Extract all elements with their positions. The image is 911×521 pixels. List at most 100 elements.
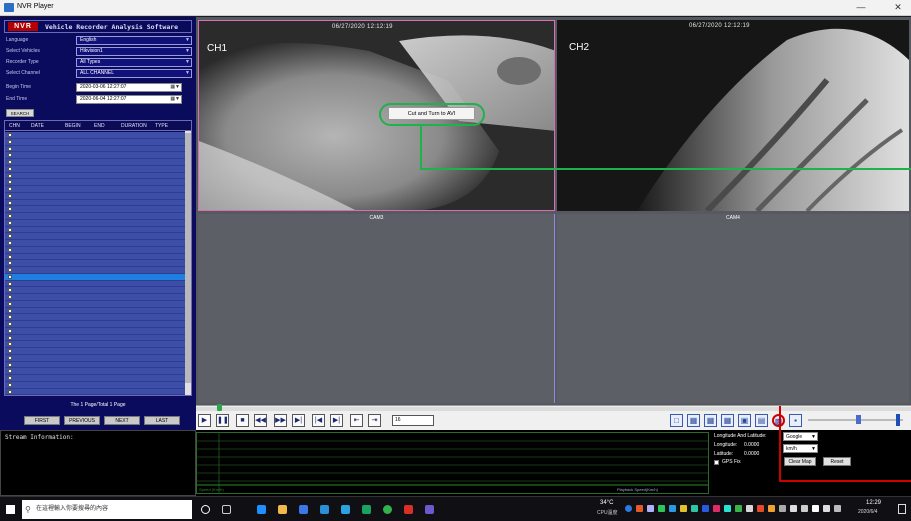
- table-row[interactable]: [5, 354, 187, 362]
- table-row[interactable]: [5, 294, 187, 301]
- timeline-slider-handle[interactable]: [217, 404, 222, 411]
- table-row[interactable]: [5, 138, 187, 146]
- row-checkbox[interactable]: [8, 369, 12, 374]
- play-button[interactable]: ▶: [198, 414, 211, 427]
- channel-select[interactable]: ALL CHANNEL ▼: [76, 69, 192, 78]
- previous-page-button[interactable]: PREVIOUS: [64, 416, 100, 425]
- table-row[interactable]: [5, 300, 187, 308]
- table-row[interactable]: [5, 341, 187, 348]
- table-row[interactable]: [5, 287, 187, 294]
- row-checkbox[interactable]: [8, 227, 12, 232]
- table-row[interactable]: [5, 334, 187, 342]
- row-checkbox[interactable]: [8, 261, 12, 266]
- slow-button[interactable]: ⇤: [350, 414, 363, 427]
- row-checkbox[interactable]: [8, 268, 12, 272]
- task-view-icon[interactable]: [222, 505, 231, 514]
- table-row[interactable]: [5, 348, 187, 355]
- row-checkbox[interactable]: [8, 274, 12, 279]
- row-checkbox[interactable]: [8, 193, 12, 198]
- chrome-icon[interactable]: [383, 505, 392, 514]
- table-row[interactable]: [5, 267, 187, 274]
- row-checkbox[interactable]: [8, 362, 12, 367]
- table-row[interactable]: [5, 361, 187, 369]
- vehicle-select[interactable]: Hikvision1 ▼: [76, 47, 192, 56]
- row-checkbox[interactable]: [8, 214, 12, 218]
- row-checkbox[interactable]: [8, 153, 12, 158]
- layout-1x1-button[interactable]: □: [670, 414, 683, 427]
- table-row[interactable]: [5, 226, 187, 234]
- table-row[interactable]: [5, 253, 187, 261]
- layout-2x2-button[interactable]: ▦: [687, 414, 700, 427]
- row-checkbox[interactable]: [8, 349, 12, 353]
- row-checkbox[interactable]: [8, 173, 12, 178]
- table-row[interactable]: [5, 172, 187, 180]
- nvr-player-icon[interactable]: [425, 505, 434, 514]
- row-checkbox[interactable]: [8, 342, 12, 347]
- row-checkbox[interactable]: [8, 288, 12, 293]
- previous-file-button[interactable]: |◀: [312, 414, 325, 427]
- camera-ch1[interactable]: CH1 06/27/2020 12:12:19: [198, 20, 555, 211]
- scrollbar-thumb[interactable]: [185, 133, 191, 383]
- minimize-button[interactable]: —: [850, 1, 872, 14]
- row-checkbox[interactable]: [8, 166, 12, 171]
- edge-icon[interactable]: [257, 505, 266, 514]
- volume-handle[interactable]: [856, 415, 861, 424]
- row-checkbox[interactable]: [8, 220, 12, 225]
- table-row[interactable]: [5, 321, 187, 328]
- table-row[interactable]: [5, 368, 187, 375]
- gps-fix-checkbox[interactable]: [714, 460, 719, 465]
- cortana-icon[interactable]: [201, 505, 210, 514]
- row-checkbox[interactable]: [8, 335, 12, 340]
- table-row[interactable]: [5, 388, 187, 395]
- capture-button[interactable]: ▣: [738, 414, 751, 427]
- table-row[interactable]: [5, 219, 187, 227]
- row-checkbox[interactable]: [8, 382, 12, 387]
- row-checkbox[interactable]: [8, 187, 12, 191]
- row-checkbox[interactable]: [8, 308, 12, 313]
- clear-map-button[interactable]: Clear Map: [784, 457, 816, 466]
- next-page-button[interactable]: NEXT: [104, 416, 140, 425]
- table-row[interactable]: [5, 307, 187, 315]
- app-icon[interactable]: [341, 505, 350, 514]
- fast-button[interactable]: ⇥: [368, 414, 381, 427]
- map-provider-select[interactable]: Google ▼: [783, 432, 818, 441]
- row-checkbox[interactable]: [8, 322, 12, 326]
- table-row[interactable]: [5, 199, 187, 207]
- row-checkbox[interactable]: [8, 376, 12, 380]
- camera-ch2[interactable]: CH2 06/27/2020 12:12:19: [557, 20, 909, 211]
- begin-time-field[interactable]: 2020-03-06 12:27:07 ▦▼: [76, 83, 182, 92]
- row-checkbox[interactable]: [8, 301, 12, 306]
- table-row[interactable]: [5, 213, 187, 220]
- table-row[interactable]: [5, 233, 187, 240]
- row-checkbox[interactable]: [8, 315, 12, 320]
- store-icon[interactable]: [299, 505, 308, 514]
- row-checkbox[interactable]: [8, 295, 12, 299]
- table-row[interactable]: [5, 152, 187, 159]
- table-row[interactable]: [5, 280, 187, 288]
- context-menu-cut-avi[interactable]: Cut and Turn to AVI: [388, 107, 475, 120]
- table-row[interactable]: [5, 375, 187, 382]
- stop-button[interactable]: ■: [236, 414, 249, 427]
- row-checkbox[interactable]: [8, 247, 12, 252]
- next-file-button[interactable]: ▶|: [330, 414, 343, 427]
- taskbar-search-input[interactable]: ⚲ 在這裡輸入你要搜尋的內容: [22, 500, 192, 519]
- pause-button[interactable]: ❚❚: [216, 414, 229, 427]
- speed-input[interactable]: 16: [392, 415, 434, 426]
- row-checkbox[interactable]: [8, 234, 12, 239]
- table-row[interactable]: [5, 246, 187, 254]
- fast-forward-button[interactable]: ▶▶: [274, 414, 287, 427]
- table-row[interactable]: [5, 240, 187, 247]
- table-row[interactable]: [5, 179, 187, 186]
- row-checkbox[interactable]: [8, 254, 12, 259]
- export-button[interactable]: ▤: [755, 414, 768, 427]
- speed-unit-select[interactable]: km/h ▼: [783, 444, 818, 453]
- table-row[interactable]: [5, 381, 187, 389]
- search-button[interactable]: SEARCH: [6, 109, 34, 117]
- row-checkbox[interactable]: [8, 200, 12, 205]
- table-row[interactable]: [5, 159, 187, 166]
- close-button[interactable]: ✕: [887, 1, 909, 14]
- end-time-field[interactable]: 2020-06-04 12:27:07 ▦▼: [76, 95, 182, 104]
- row-checkbox[interactable]: [8, 328, 12, 333]
- table-row[interactable]: [5, 327, 187, 335]
- layout-4x4-button[interactable]: ▦: [721, 414, 734, 427]
